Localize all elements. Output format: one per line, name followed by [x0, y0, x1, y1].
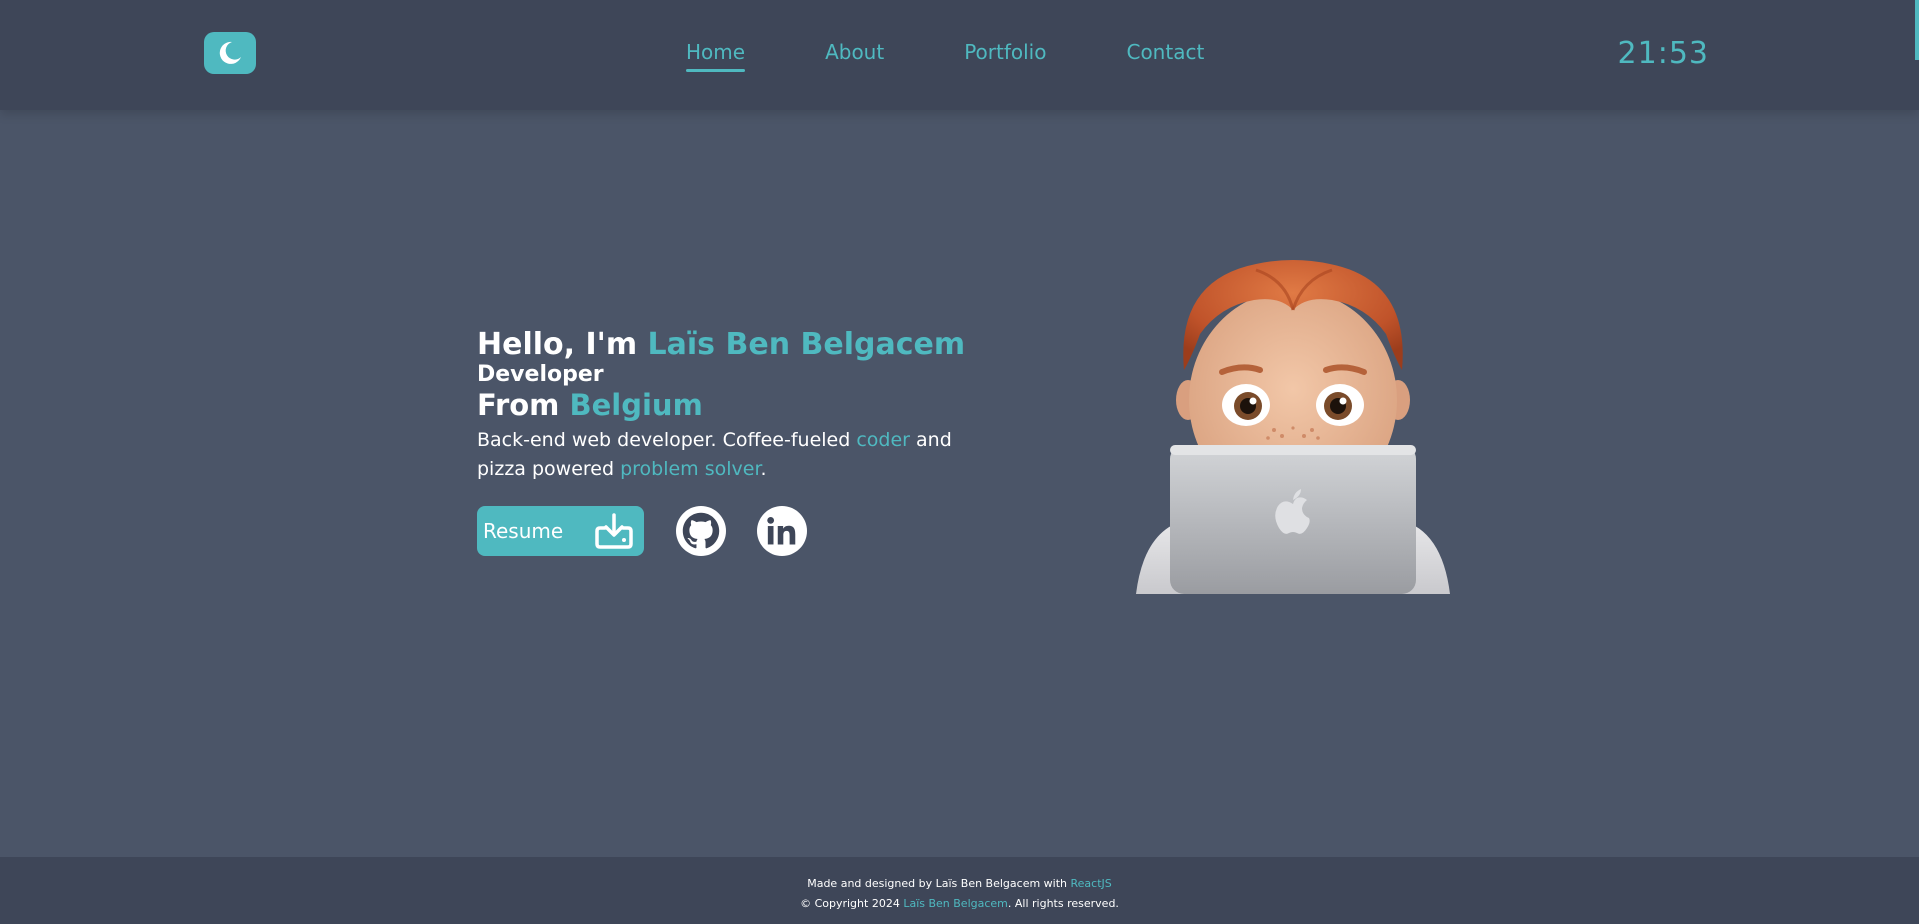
from-prefix: From: [477, 388, 560, 422]
site-header: Home About Portfolio Contact 21:53: [0, 0, 1919, 110]
site-footer: Made and designed by Laïs Ben Belgacem w…: [0, 857, 1919, 924]
github-icon: [682, 512, 720, 549]
desc-coder: coder: [856, 429, 910, 451]
desc-part1: Back-end web developer. Coffee-fueled: [477, 429, 851, 451]
github-link[interactable]: [676, 506, 726, 556]
clock: 21:53: [1617, 36, 1709, 71]
nav-contact-link[interactable]: Contact: [1126, 40, 1204, 74]
nav-about-link[interactable]: About: [825, 40, 884, 74]
copyright-text: © Copyright 2024: [800, 897, 900, 910]
author-link[interactable]: Laïs Ben Belgacem: [903, 897, 1008, 910]
hero-name: Laïs Ben Belgacem: [647, 327, 966, 362]
rights-text: . All rights reserved.: [1007, 897, 1119, 910]
hero-description: Back-end web developer. Coffee-fueled co…: [477, 426, 977, 484]
main-nav: Home About Portfolio Contact: [686, 40, 1204, 74]
moon-icon: [219, 41, 241, 64]
hero-country: Belgium: [569, 388, 703, 422]
nav-portfolio-link[interactable]: Portfolio: [964, 40, 1046, 74]
theme-toggle-button[interactable]: [204, 32, 256, 74]
desc-end: .: [760, 458, 767, 480]
download-icon: [595, 513, 633, 549]
footer-copyright: © Copyright 2024 Laïs Ben Belgacem. All …: [0, 894, 1919, 914]
hero-greeting: Hello, I'm Laïs Ben Belgacem: [477, 328, 997, 362]
nav-home-link[interactable]: Home: [686, 40, 746, 74]
hero-section: Hello, I'm Laïs Ben Belgacem Developer F…: [477, 328, 997, 556]
reactjs-link[interactable]: ReactJS: [1071, 877, 1112, 890]
hero-location: From Belgium: [477, 388, 997, 422]
scrollbar[interactable]: [1915, 0, 1919, 60]
hero-role: Developer: [477, 362, 604, 387]
desc-solver: problem solver: [620, 458, 761, 480]
footer-credit-text: Made and designed by Laïs Ben Belgacem w…: [807, 877, 1068, 890]
footer-credit: Made and designed by Laïs Ben Belgacem w…: [0, 874, 1919, 894]
resume-download-button[interactable]: Resume: [477, 506, 644, 556]
resume-label: Resume: [483, 519, 564, 543]
memoji-avatar-with-laptop: [1136, 260, 1450, 594]
linkedin-icon: [767, 516, 796, 545]
hero-actions: Resume: [477, 506, 997, 556]
linkedin-link[interactable]: [757, 506, 807, 556]
hello-prefix: Hello, I'm: [477, 327, 638, 362]
